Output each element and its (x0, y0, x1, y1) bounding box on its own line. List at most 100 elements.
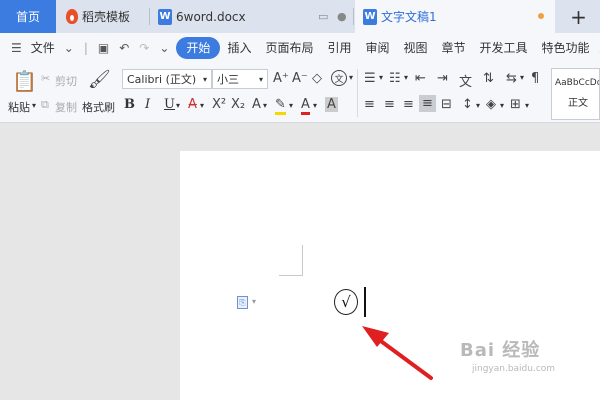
tab-active-document[interactable]: W 文字文稿1 (355, 0, 555, 33)
margin-corner-mark (302, 245, 303, 276)
chevron-down-icon[interactable]: ▾ (252, 297, 256, 306)
chevron-down-icon: ▾ (258, 74, 263, 84)
word-doc-icon: W (158, 8, 172, 25)
cut-button[interactable]: 剪切 (55, 73, 77, 89)
chevron-down-icon[interactable]: ▾ (349, 73, 353, 82)
chevron-down-icon[interactable]: ▾ (500, 101, 504, 110)
chevron-down-icon[interactable]: ▾ (200, 101, 204, 110)
paste-button[interactable]: 粘贴 (8, 99, 30, 115)
font-name-select[interactable]: Calibri (正文) ▾ (122, 69, 212, 89)
style-preview: AaBbCcDd (555, 78, 599, 88)
chevron-down-icon[interactable]: ▾ (263, 101, 267, 110)
menu-tab-references[interactable]: 引用 (320, 37, 358, 59)
clear-format-icon[interactable]: ◇ (312, 71, 322, 86)
paste-icon[interactable]: 📋 (12, 69, 37, 93)
paragraph-spacing-icon[interactable]: ⇆ (506, 71, 517, 86)
align-center-icon[interactable]: ≡ (384, 97, 395, 112)
justify-icon[interactable]: ≡ (419, 95, 436, 112)
hamburger-menu-icon[interactable]: ☰ (8, 41, 25, 55)
file-menu[interactable]: 文件 (29, 37, 57, 59)
show-marks-icon[interactable]: ¶ (531, 71, 539, 86)
style-name: 正文 (568, 98, 588, 109)
chevron-down-icon[interactable]: ▾ (289, 101, 293, 110)
underline-button[interactable]: U (164, 97, 175, 112)
menu-tab-developer[interactable]: 开发工具 (473, 37, 535, 59)
circled-check-symbol: √ (334, 289, 358, 315)
scissors-icon[interactable]: ✂ (41, 72, 50, 85)
tab-template[interactable]: 稻壳模板 (58, 0, 148, 33)
increase-indent-icon[interactable]: ⇥ (437, 71, 448, 86)
line-spacing-icon[interactable]: ↕ (462, 97, 473, 112)
chevron-down-icon: ▾ (202, 74, 207, 84)
search-icon[interactable]: ⌕ (597, 41, 600, 56)
watermark-url: jingyan.baidu.com (472, 364, 556, 374)
chevron-down-icon[interactable]: ▾ (313, 101, 317, 110)
paste-options-icon[interactable]: ⎘ (237, 296, 248, 309)
style-gallery-normal[interactable]: AaBbCcDd 正文 (551, 68, 600, 120)
superscript-icon[interactable]: X² (212, 97, 226, 112)
tab-divider (353, 8, 354, 25)
align-right-icon[interactable]: ≡ (403, 97, 414, 112)
sort-icon[interactable]: ⇅ (483, 71, 494, 86)
menu-tab-home[interactable]: 开始 (176, 37, 221, 59)
subscript-icon[interactable]: X₂ (231, 97, 245, 112)
divider: | (83, 41, 88, 55)
menu-bar: ☰ 文件 ⌄ | ▣ ↶ ↷ ⌄ 开始 插入 页面布局 引用 审阅 视图 章节 … (0, 33, 600, 63)
chevron-down-icon[interactable]: ▾ (525, 101, 529, 110)
highlight-icon[interactable]: ✎ (275, 97, 286, 115)
menu-tab-view[interactable]: 视图 (397, 37, 435, 59)
bold-button[interactable]: B (124, 97, 135, 112)
undo-icon[interactable]: ↶ (116, 41, 132, 55)
menu-tab-insert[interactable]: 插入 (220, 37, 258, 59)
strikethrough-icon[interactable]: A̶ (188, 97, 197, 112)
shading-icon[interactable]: ◈ (486, 97, 496, 112)
quick-access-chevron-icon[interactable]: ⌄ (156, 41, 172, 55)
check-symbol-text: √ (341, 293, 351, 311)
distribute-icon[interactable]: ⊟ (441, 97, 452, 112)
font-color-icon[interactable]: A (301, 97, 310, 115)
font-size-value: 小三 (217, 73, 239, 86)
chevron-down-icon[interactable]: ▾ (404, 73, 408, 82)
tab-bar: 首页 稻壳模板 W 6word.docx ▭ ● W 文字文稿1 + (0, 0, 600, 33)
numbered-list-icon[interactable]: ☷ (389, 71, 401, 86)
group-divider (357, 69, 358, 117)
chevron-down-icon[interactable]: ▾ (176, 101, 180, 110)
menu-tab-page-layout[interactable]: 页面布局 (258, 37, 320, 59)
pinyin-guide-icon[interactable]: 文 (331, 70, 347, 86)
copy-icon[interactable]: ⧉ (41, 98, 49, 112)
border-icon[interactable]: ⊞ (510, 97, 521, 112)
watermark-logo: Bai 经验 (460, 340, 541, 361)
tab-home[interactable]: 首页 (0, 0, 56, 33)
menu-tab-features[interactable]: 特色功能 (535, 37, 597, 59)
text-effect-icon[interactable]: A (252, 97, 261, 112)
shrink-font-icon[interactable]: A⁻ (292, 71, 308, 86)
monitor-icon[interactable]: ▭ (318, 10, 328, 23)
new-tab-button[interactable]: + (557, 0, 600, 33)
align-left-icon[interactable]: ≡ (364, 97, 375, 112)
word-doc-icon: W (363, 8, 377, 25)
redo-icon[interactable]: ↷ (136, 41, 152, 55)
italic-button[interactable]: I (145, 97, 150, 112)
font-size-select[interactable]: 小三 ▾ (212, 69, 268, 89)
menu-tab-section[interactable]: 章节 (435, 37, 473, 59)
decrease-indent-icon[interactable]: ⇤ (415, 71, 426, 86)
tab-active-label: 文字文稿1 (381, 10, 437, 24)
format-painter-icon[interactable]: 🖌 (88, 69, 111, 90)
save-icon[interactable]: ▣ (95, 41, 112, 55)
chevron-down-icon[interactable]: ▾ (520, 73, 524, 82)
file-menu-chevron-icon[interactable]: ⌄ (61, 41, 77, 55)
char-shading-icon[interactable]: A (325, 97, 338, 112)
chevron-down-icon[interactable]: ▾ (379, 73, 383, 82)
bullet-list-icon[interactable]: ☰ (364, 71, 376, 86)
chinese-layout-icon[interactable]: 文 (459, 71, 472, 90)
copy-button[interactable]: 复制 (55, 99, 77, 115)
chevron-down-icon[interactable]: ▾ (476, 101, 480, 110)
paste-chevron-icon[interactable]: ▾ (32, 101, 36, 110)
grow-font-icon[interactable]: A⁺ (273, 71, 289, 86)
baidu-watermark: Bai 经验 jingyan.baidu.com (460, 336, 596, 396)
menu-tab-review[interactable]: 审阅 (358, 37, 396, 59)
unsaved-dot-icon (538, 13, 544, 19)
margin-corner-mark (279, 275, 303, 276)
format-painter-button[interactable]: 格式刷 (82, 99, 115, 115)
font-name-value: Calibri (正文) (127, 73, 197, 86)
